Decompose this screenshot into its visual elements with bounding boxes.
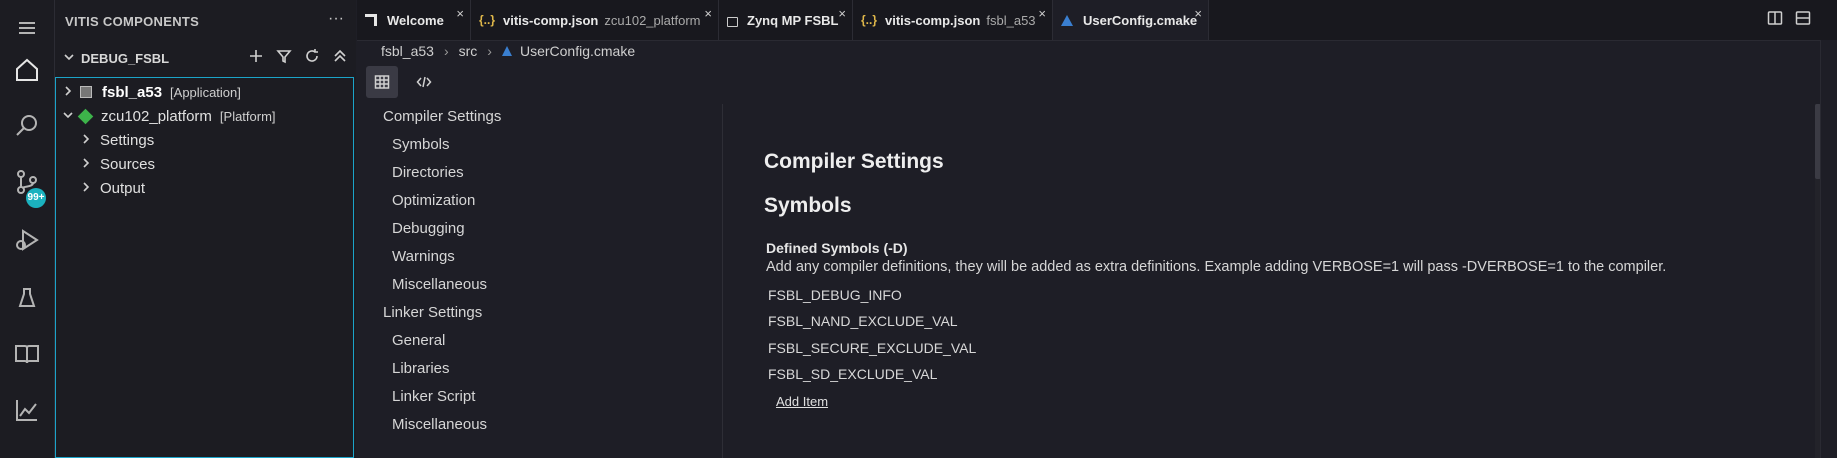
source-control-badge: 99+ xyxy=(26,188,46,208)
nav-item[interactable]: Directories xyxy=(392,164,464,181)
tab-label: Zynq MP FSBL xyxy=(747,12,839,28)
chip-icon xyxy=(80,86,92,98)
setting-label: Defined Symbols (-D) xyxy=(766,240,908,256)
symbol-item[interactable]: FSBL_SECURE_EXCLUDE_VAL xyxy=(768,340,976,356)
cmake-icon xyxy=(1061,14,1073,26)
tree-item-label: zcu102_platform xyxy=(101,107,212,125)
tab-vitis-comp-fsbl[interactable]: {..} vitis-comp.json fsbl_a53 × xyxy=(853,0,1053,40)
tab-label: Welcome xyxy=(387,12,444,28)
tree-item-tag: [Platform] xyxy=(219,108,276,124)
source-view-button[interactable] xyxy=(408,66,440,98)
tab-label: vitis-comp.json xyxy=(885,12,981,28)
tab-label: vitis-comp.json xyxy=(503,12,599,28)
nav-item[interactable]: Symbols xyxy=(392,136,450,153)
lock-icon xyxy=(727,17,738,27)
section-title: DEBUG_FSBL xyxy=(81,50,170,66)
breadcrumb-separator: › xyxy=(487,43,492,59)
nav-compiler-settings[interactable]: Compiler Settings xyxy=(383,108,501,125)
nav-item[interactable]: Warnings xyxy=(392,248,455,265)
close-icon[interactable]: × xyxy=(704,6,712,21)
amd-logo-icon xyxy=(365,14,377,26)
subsection-heading: Symbols xyxy=(764,194,852,217)
split-editor-icon[interactable] xyxy=(1767,10,1783,26)
breadcrumb-item[interactable]: src xyxy=(459,43,478,59)
test-icon[interactable] xyxy=(0,270,54,326)
component-tree: fsbl_a53 [Application] zcu102_platform [… xyxy=(55,77,354,458)
nav-item[interactable]: Linker Script xyxy=(392,388,475,405)
more-actions-icon[interactable]: ··· xyxy=(328,10,344,28)
search-icon[interactable] xyxy=(0,98,54,154)
setting-description: Add any compiler definitions, they will … xyxy=(766,259,1667,275)
nav-item[interactable]: Miscellaneous xyxy=(392,416,487,433)
breadcrumb-item[interactable]: UserConfig.cmake xyxy=(520,43,635,59)
close-icon[interactable]: × xyxy=(1038,6,1046,21)
chevron-right-icon xyxy=(80,180,92,197)
nav-item[interactable]: Miscellaneous xyxy=(392,276,487,293)
collapse-all-icon[interactable] xyxy=(332,48,348,64)
nav-linker-settings[interactable]: Linker Settings xyxy=(383,304,482,321)
tab-zynq-mp-fsbl[interactable]: Zynq MP FSBL × xyxy=(719,0,853,40)
chevron-right-icon xyxy=(80,156,92,173)
tree-item-tag: [Application] xyxy=(170,84,241,100)
run-debug-icon[interactable] xyxy=(0,212,54,268)
nav-item[interactable]: Optimization xyxy=(392,192,475,209)
settings-content: Compiler Settings Symbols Defined Symbol… xyxy=(723,104,1813,458)
chevron-right-icon xyxy=(62,84,74,101)
close-icon[interactable]: × xyxy=(838,6,846,21)
tab-label: UserConfig.cmake xyxy=(1083,12,1198,28)
table-icon xyxy=(374,75,390,89)
minimap-edge xyxy=(1820,40,1837,458)
tab-welcome[interactable]: Welcome × xyxy=(357,0,471,40)
book-icon[interactable] xyxy=(0,326,54,382)
editor-actions xyxy=(1767,10,1837,26)
add-icon[interactable] xyxy=(248,48,264,64)
symbol-item[interactable]: FSBL_DEBUG_INFO xyxy=(768,287,902,303)
nav-item[interactable]: Libraries xyxy=(392,360,450,377)
chevron-down-icon xyxy=(63,51,75,66)
activity-bar: 99+ xyxy=(0,0,55,458)
breadcrumb-separator: › xyxy=(443,43,449,59)
close-icon[interactable]: × xyxy=(456,6,464,21)
chevron-right-icon xyxy=(80,132,92,149)
tab-userconfig-cmake[interactable]: UserConfig.cmake × xyxy=(1053,0,1209,40)
view-toggles xyxy=(366,66,440,98)
filter-icon[interactable] xyxy=(276,48,292,64)
section-heading: Compiler Settings xyxy=(764,150,944,173)
sidebar: VITIS COMPONENTS ··· DEBUG_FSBL fsbl_a53… xyxy=(55,0,356,458)
tree-item-label: fsbl_a53 xyxy=(102,83,163,101)
refresh-icon[interactable] xyxy=(304,48,320,64)
code-icon xyxy=(416,76,432,88)
platform-icon xyxy=(77,108,94,124)
editor-tab-bar: Welcome × {..} vitis-comp.json zcu102_pl… xyxy=(357,0,1837,41)
analytics-icon[interactable] xyxy=(0,382,54,438)
tab-vitis-comp-zcu102[interactable]: {..} vitis-comp.json zcu102_platform × xyxy=(471,0,719,40)
table-view-button[interactable] xyxy=(366,66,398,98)
section-actions xyxy=(248,48,348,64)
json-file-icon: {..} xyxy=(861,13,878,27)
tree-item-label: Settings xyxy=(100,131,155,149)
layout-icon[interactable] xyxy=(1795,10,1811,26)
tree-item-label: Output xyxy=(100,179,146,197)
tree-item-label: Sources xyxy=(100,155,156,173)
nav-item[interactable]: Debugging xyxy=(392,220,465,237)
json-file-icon: {..} xyxy=(479,13,496,27)
symbol-item[interactable]: FSBL_NAND_EXCLUDE_VAL xyxy=(768,313,958,329)
close-icon[interactable]: × xyxy=(1194,6,1202,21)
breadcrumb-item[interactable]: fsbl_a53 xyxy=(381,43,434,59)
tab-sublabel: zcu102_platform xyxy=(604,12,701,28)
cmake-icon xyxy=(501,46,512,56)
home-icon[interactable] xyxy=(0,42,54,98)
breadcrumb: fsbl_a53 › src › UserConfig.cmake xyxy=(381,40,635,62)
add-item-link[interactable]: Add Item xyxy=(776,394,828,409)
symbol-item[interactable]: FSBL_SD_EXCLUDE_VAL xyxy=(768,366,937,382)
chevron-down-icon xyxy=(62,108,74,125)
sidebar-title: VITIS COMPONENTS xyxy=(65,13,200,29)
nav-item[interactable]: General xyxy=(392,332,445,349)
tab-sublabel: fsbl_a53 xyxy=(986,12,1036,28)
tree-item-output[interactable]: Output xyxy=(56,174,353,202)
settings-nav: Compiler Settings Symbols Directories Op… xyxy=(357,104,723,458)
